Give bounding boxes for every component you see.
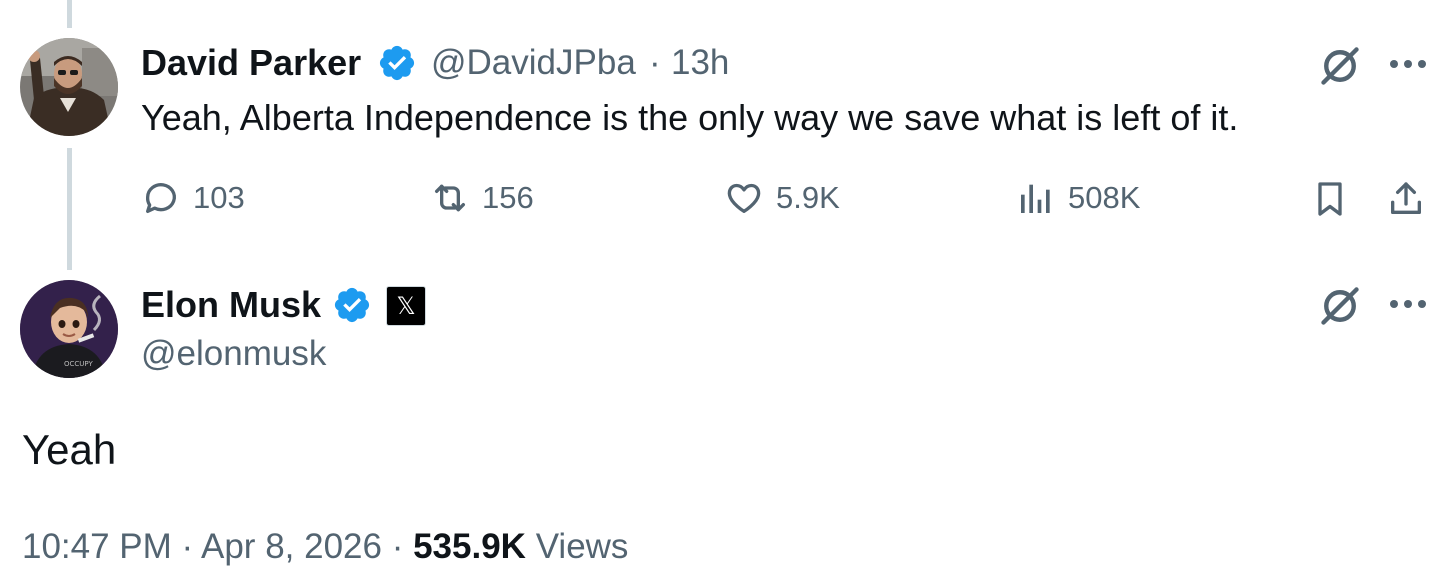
views-total: 535.9K — [413, 527, 526, 566]
verified-badge-icon — [334, 287, 370, 323]
parent-author-name[interactable]: David Parker — [141, 40, 361, 86]
reply-icon — [145, 183, 176, 213]
more-options-icon[interactable] — [1386, 288, 1430, 320]
bookmark-icon — [1318, 182, 1342, 216]
like-count: 5.9K — [776, 180, 840, 215]
bookmark-button[interactable] — [1306, 176, 1354, 222]
avatar-elon-musk[interactable]: OCCUPY — [20, 280, 118, 378]
parent-handle[interactable]: @DavidJPba — [431, 40, 636, 86]
thread-line-connector — [67, 148, 72, 270]
share-button[interactable] — [1382, 176, 1430, 222]
post-date[interactable]: Apr 8, 2026 — [201, 527, 382, 566]
views-count: 508K — [1068, 180, 1141, 215]
parent-separator: · — [649, 43, 661, 82]
heart-icon — [727, 183, 761, 213]
analytics-icon — [1021, 184, 1050, 213]
avatar-david-parker[interactable] — [20, 38, 118, 136]
like-button[interactable]: 5.9K — [724, 172, 840, 224]
meta-separator: · — [391, 527, 404, 566]
svg-text:OCCUPY: OCCUPY — [64, 360, 93, 368]
views-label: Views — [535, 527, 629, 566]
views-button[interactable]: 508K — [1016, 172, 1140, 224]
meta-separator: · — [181, 527, 194, 566]
repost-icon — [435, 184, 465, 212]
main-author-name[interactable]: Elon Musk — [141, 282, 321, 328]
repost-button[interactable]: 156 — [430, 172, 534, 224]
main-tweet-text: Yeah — [22, 426, 117, 473]
x-logo-icon: 𝕏 — [396, 292, 416, 320]
parent-tweet-text: Yeah, Alberta Independence is the only w… — [141, 97, 1239, 138]
repost-count: 156 — [482, 180, 534, 215]
parent-timestamp[interactable]: 13h — [671, 40, 729, 86]
main-handle[interactable]: @elonmusk — [141, 331, 326, 377]
post-time[interactable]: 10:47 PM — [22, 527, 172, 566]
thread-line-top — [67, 0, 72, 28]
reply-count: 103 — [193, 180, 245, 215]
reply-button[interactable]: 103 — [141, 172, 245, 224]
grok-icon[interactable] — [1316, 42, 1364, 90]
x-affiliation-badge[interactable]: 𝕏 — [386, 286, 426, 326]
verified-badge-icon — [379, 45, 415, 81]
grok-icon[interactable] — [1316, 282, 1364, 330]
more-options-icon[interactable] — [1386, 48, 1430, 80]
tweet-meta: 10:47 PM · Apr 8, 2026 · 535.9K Views — [22, 524, 628, 570]
share-icon — [1391, 182, 1421, 214]
